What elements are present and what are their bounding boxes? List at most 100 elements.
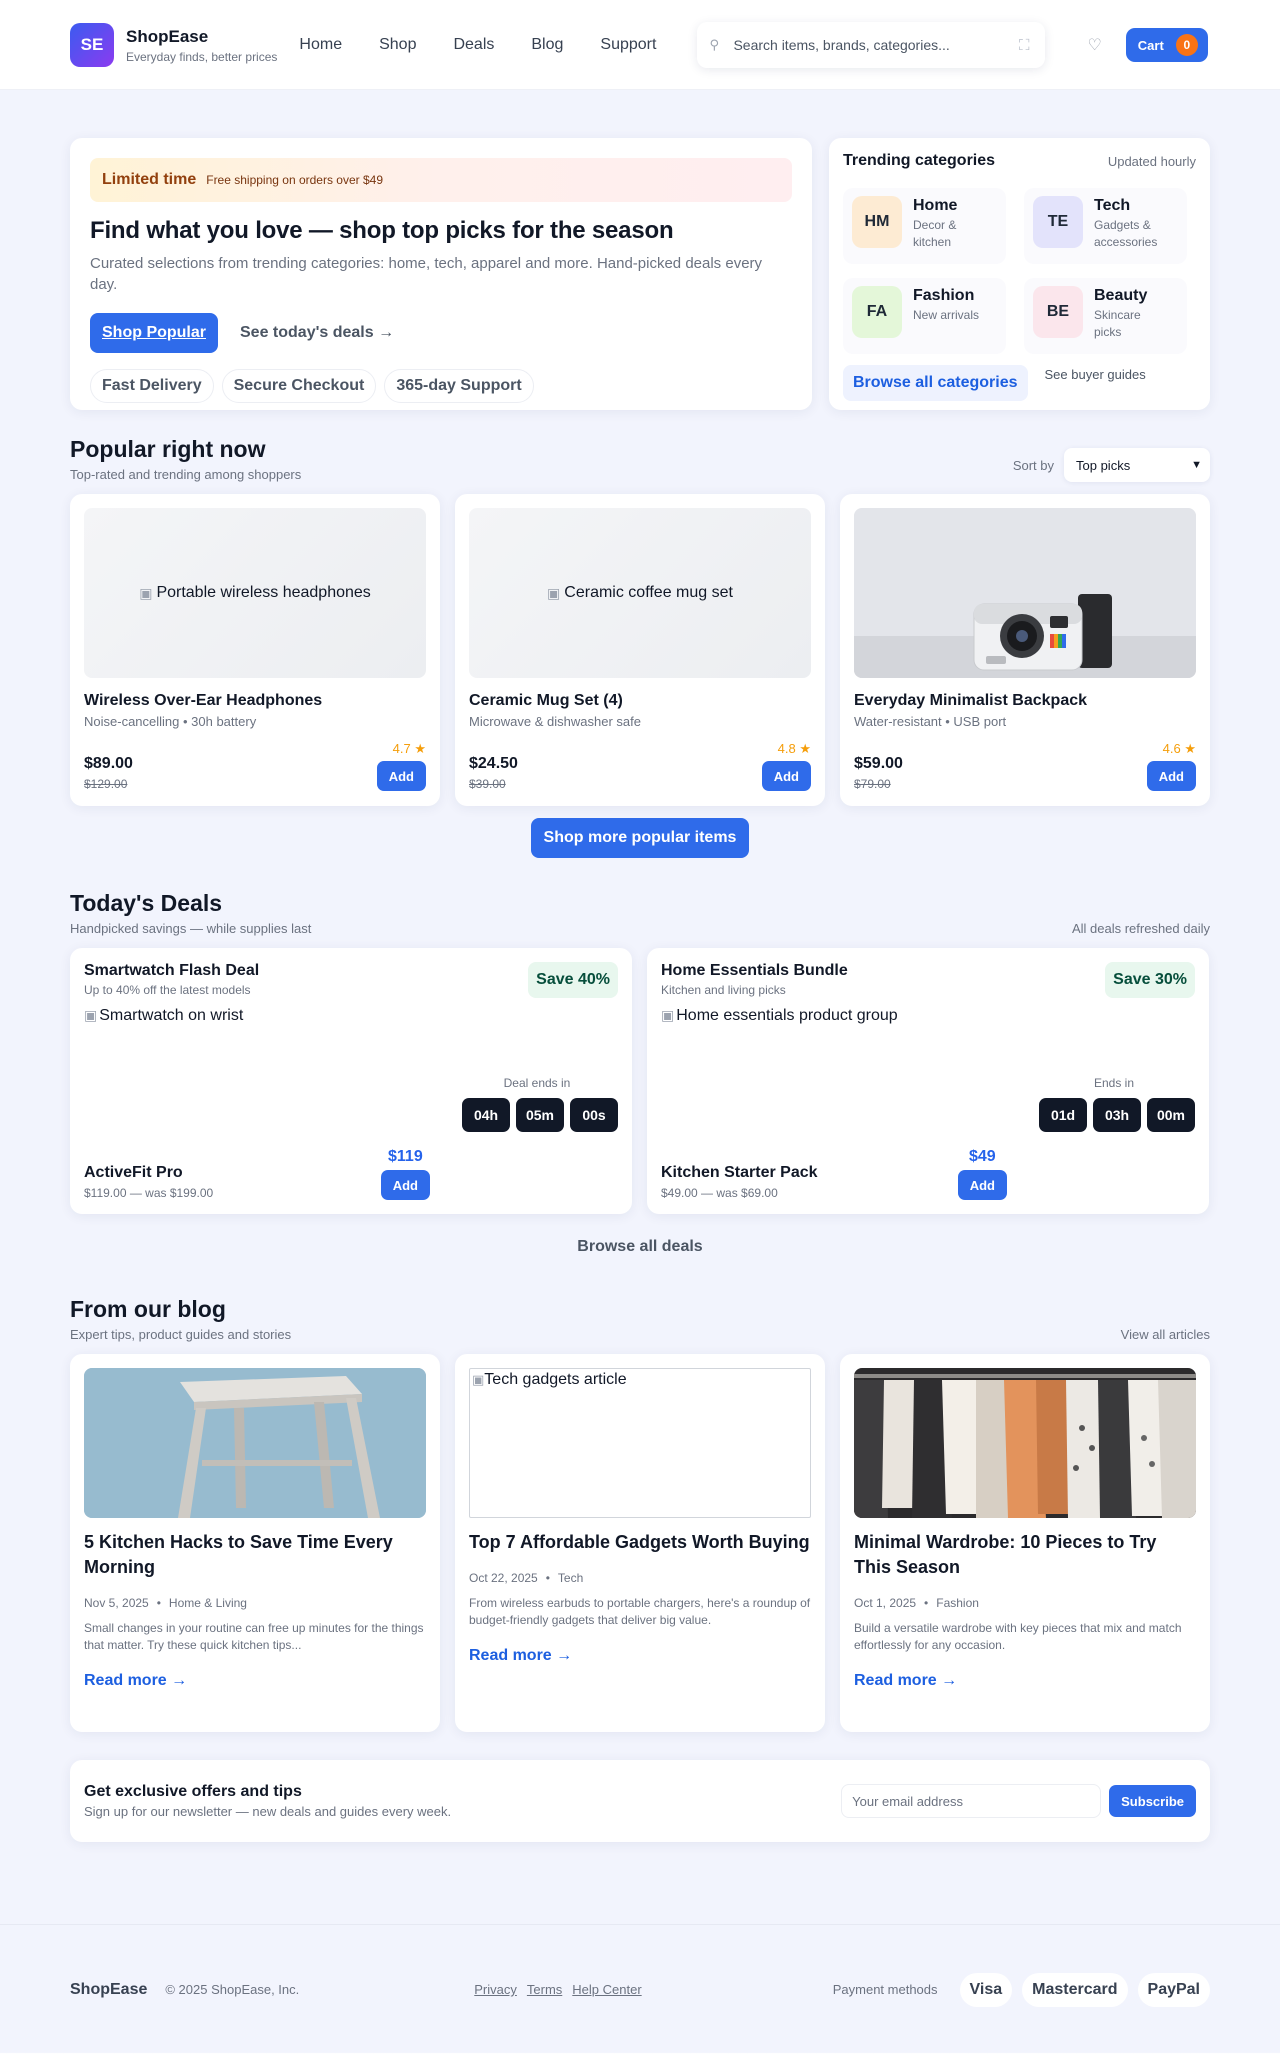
subscribe-button[interactable]: Subscribe: [1109, 1785, 1196, 1817]
newsletter-title: Get exclusive offers and tips: [84, 1783, 302, 1800]
shop-more-popular-button[interactable]: Shop more popular items: [531, 818, 749, 858]
product-price: $59.00: [854, 755, 903, 772]
post-category: Home & Living: [168, 1596, 247, 1610]
read-more-link[interactable]: Read more →: [84, 1672, 426, 1690]
category-badge: FA: [852, 286, 902, 338]
view-all-articles-link[interactable]: View all articles: [1121, 1327, 1210, 1342]
post-image-clothes-rack[interactable]: [854, 1368, 1196, 1518]
brand-name: ShopEase: [126, 26, 209, 46]
add-to-cart-button[interactable]: Add: [1146, 761, 1196, 791]
footer-link-help[interactable]: Help Center: [572, 1982, 641, 1997]
product-image[interactable]: ▣ Portable wireless headphones: [84, 508, 426, 678]
post-meta: Oct 22, 2025 • Tech: [469, 1571, 584, 1585]
newsletter-card: Get exclusive offers and tips Sign up fo…: [70, 1760, 1210, 1842]
image-alt-text: Smartwatch on wrist: [99, 1007, 244, 1024]
deal-product-name[interactable]: Kitchen Starter Pack: [661, 1164, 818, 1182]
payment-paypal: PayPal: [1137, 1972, 1210, 2007]
product-image-camera[interactable]: [854, 508, 1196, 678]
post-excerpt: Small changes in your routine can free u…: [84, 1621, 424, 1652]
cart-label: Cart: [1137, 37, 1164, 53]
product-image[interactable]: ▣ Ceramic coffee mug set: [469, 508, 811, 678]
image-alt-text: Ceramic coffee mug set: [564, 584, 733, 601]
expand-icon[interactable]: ⛶: [1019, 37, 1030, 54]
product-card[interactable]: Everyday Minimalist Backpack Water-resis…: [840, 494, 1210, 806]
brand-tagline: Everyday finds, better prices: [126, 49, 278, 64]
blog-section: From our blog Expert tips, product guide…: [70, 1296, 1210, 1732]
footer-link-terms[interactable]: Terms: [527, 1982, 562, 1997]
post-title[interactable]: Minimal Wardrobe: 10 Pieces to Try This …: [854, 1530, 1196, 1580]
product-card[interactable]: ▣ Portable wireless headphones Wireless …: [70, 494, 440, 806]
read-more-link[interactable]: Read more →: [469, 1647, 811, 1665]
post-image-stool[interactable]: [84, 1368, 426, 1518]
sort-value: Top picks: [1076, 457, 1131, 473]
sort-select[interactable]: Top picks ▼: [1064, 448, 1210, 482]
browse-categories-button[interactable]: Browse all categories: [843, 365, 1028, 401]
product-name[interactable]: Everyday Minimalist Backpack: [854, 692, 1196, 710]
shop-popular-button[interactable]: Shop Popular: [90, 313, 218, 353]
category-tech[interactable]: TE Tech Gadgets & accessories: [1024, 188, 1187, 264]
post-title[interactable]: Top 7 Affordable Gadgets Worth Buying: [469, 1530, 811, 1555]
nav-shop[interactable]: Shop: [379, 36, 416, 54]
product-desc: Microwave & dishwasher safe: [469, 714, 641, 729]
footer-brand: ShopEase: [70, 1980, 148, 1998]
blog-post-card[interactable]: ▣Tech gadgets article Top 7 Affordable G…: [455, 1354, 825, 1732]
image-alt-text: Home essentials product group: [676, 1007, 898, 1024]
add-to-cart-button[interactable]: Add: [761, 761, 811, 791]
logo-badge[interactable]: SE: [70, 23, 114, 67]
search-input[interactable]: [733, 37, 1004, 53]
popular-title: Popular right now: [70, 436, 266, 462]
deal-card[interactable]: Home Essentials Bundle Kitchen and livin…: [647, 948, 1209, 1214]
deal-image[interactable]: ▣ Smartwatch on wrist: [84, 1007, 618, 1025]
blog-post-card[interactable]: Minimal Wardrobe: 10 Pieces to Try This …: [840, 1354, 1210, 1732]
hero-subtitle: Curated selections from trending categor…: [90, 255, 763, 293]
category-name: Tech: [1094, 197, 1131, 214]
footer-copyright: © 2025 ShopEase, Inc.: [165, 1982, 300, 1997]
cart-button[interactable]: Cart 0: [1125, 28, 1208, 62]
deal-price: $119: [388, 1148, 423, 1165]
read-more-link[interactable]: Read more →: [854, 1672, 1196, 1690]
timer-label: Ends in: [1093, 1076, 1135, 1090]
cart-count-badge: 0: [1175, 34, 1198, 56]
nav-support[interactable]: Support: [600, 36, 656, 54]
image-alt-text: Portable wireless headphones: [156, 584, 371, 601]
buyer-guides-link[interactable]: See buyer guides: [1045, 367, 1146, 382]
product-was-price: $79.00: [854, 777, 891, 791]
wishlist-heart-icon[interactable]: ♡: [1087, 35, 1101, 55]
category-home[interactable]: HM Home Decor & kitchen: [843, 188, 1006, 264]
email-field[interactable]: [841, 1784, 1102, 1818]
nav-home[interactable]: Home: [299, 36, 342, 54]
category-fashion[interactable]: FA Fashion New arrivals: [843, 278, 1006, 354]
footer-link-privacy[interactable]: Privacy: [474, 1982, 517, 1997]
product-desc: Water-resistant • USB port: [854, 714, 1007, 729]
chip-secure-checkout: Secure Checkout: [221, 369, 377, 403]
deal-image[interactable]: ▣ Home essentials product group: [661, 1007, 1195, 1025]
clothes-rack-photo: [854, 1368, 1196, 1518]
payment-label: Payment methods: [832, 1982, 938, 1997]
payment-visa: Visa: [959, 1972, 1013, 2007]
brand[interactable]: ShopEase Everyday finds, better prices: [126, 27, 277, 64]
product-name[interactable]: Wireless Over-Ear Headphones: [84, 692, 426, 710]
blog-post-card[interactable]: 5 Kitchen Hacks to Save Time Every Morni…: [70, 1354, 440, 1732]
product-card[interactable]: ▣ Ceramic coffee mug set Ceramic Mug Set…: [455, 494, 825, 806]
search-icon: ⚲: [709, 37, 719, 52]
nav-deals[interactable]: Deals: [453, 36, 494, 54]
nav-blog[interactable]: Blog: [531, 36, 563, 54]
add-to-cart-button[interactable]: Add: [380, 1170, 430, 1200]
product-name[interactable]: Ceramic Mug Set (4): [469, 692, 811, 710]
see-deals-link[interactable]: See today's deals →: [240, 324, 394, 342]
category-badge: TE: [1033, 196, 1083, 248]
stool-photo: [84, 1368, 426, 1518]
category-desc: Skincare picks: [1094, 308, 1141, 339]
category-beauty[interactable]: BE Beauty Skincare picks: [1024, 278, 1187, 354]
browse-all-deals-link[interactable]: Browse all deals: [70, 1238, 1210, 1256]
deal-card[interactable]: Smartwatch Flash Deal Up to 40% off the …: [70, 948, 632, 1214]
post-title[interactable]: 5 Kitchen Hacks to Save Time Every Morni…: [84, 1530, 426, 1580]
countdown-timer: Deal ends in 04h 05m 00s: [456, 1076, 618, 1132]
category-desc: New arrivals: [913, 308, 980, 322]
add-to-cart-button[interactable]: Add: [957, 1170, 1007, 1200]
post-image[interactable]: ▣Tech gadgets article: [469, 1368, 811, 1518]
add-to-cart-button[interactable]: Add: [376, 761, 426, 791]
deal-product-name[interactable]: ActiveFit Pro: [84, 1164, 213, 1182]
category-desc: Decor & kitchen: [913, 218, 957, 249]
deals-title: Today's Deals: [70, 890, 223, 916]
